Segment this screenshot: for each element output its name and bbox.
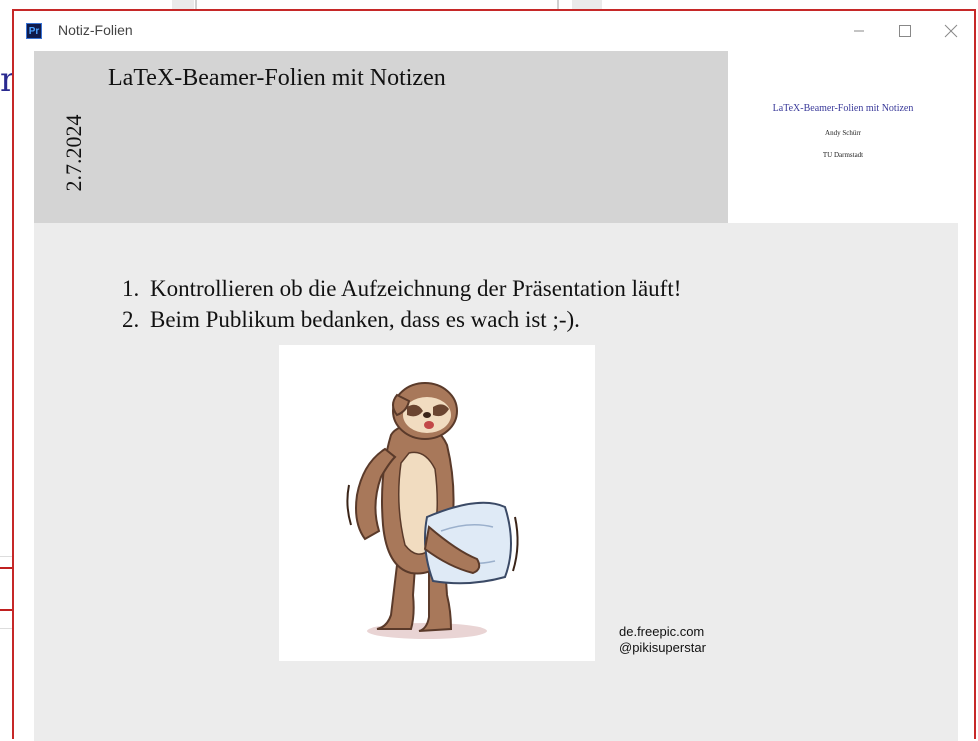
list-item: 1. Kontrollieren ob die Aufzeichnung der … — [122, 273, 681, 304]
slide-date: 2.7.2024 — [61, 114, 86, 192]
app-icon: Pr — [26, 23, 42, 39]
notes-slide: 2.7.2024 LaTeX-Beamer-Folien mit Notizen… — [34, 51, 958, 741]
notes-list: 1. Kontrollieren ob die Aufzeichnung der … — [122, 273, 681, 335]
image-credit: de.freepic.com @pikisuperstar — [619, 624, 706, 656]
thumbnail-author: Andy Schürr — [825, 129, 861, 137]
list-item: 2. Beim Publikum bedanken, dass es wach i… — [122, 304, 681, 335]
list-item-number: 2. — [122, 307, 140, 332]
thumbnail-title: LaTeX-Beamer-Folien mit Notizen — [772, 103, 914, 114]
maximize-button[interactable] — [882, 11, 928, 51]
title-bar[interactable]: Pr Notiz-Folien — [14, 11, 974, 51]
window-title: Notiz-Folien — [58, 22, 133, 38]
slide-title: LaTeX-Beamer-Folien mit Notizen — [108, 65, 446, 91]
slide-header: 2.7.2024 LaTeX-Beamer-Folien mit Notizen… — [34, 51, 958, 223]
sloth-icon — [346, 382, 519, 639]
background-divider — [0, 556, 12, 557]
list-item-number: 1. — [122, 276, 140, 301]
credit-line: de.freepic.com — [619, 624, 705, 639]
minimize-button[interactable] — [836, 11, 882, 51]
close-button[interactable] — [928, 11, 974, 51]
sloth-image — [279, 345, 595, 661]
thumbnail-institute: TU Darmstadt — [822, 151, 864, 159]
list-item-text: Kontrollieren ob die Aufzeichnung der Pr… — [150, 276, 682, 301]
credit-line: @pikisuperstar — [619, 640, 706, 655]
close-icon — [944, 24, 958, 38]
background-divider — [0, 628, 12, 629]
notes-window: Pr Notiz-Folien 2.7.2024 LaTeX-Beamer-Fo… — [12, 9, 976, 741]
minimize-icon — [854, 30, 864, 32]
maximize-icon — [899, 25, 911, 37]
list-item-text: Beim Publikum bedanken, dass es wach ist… — [150, 307, 580, 332]
slide-thumbnail: LaTeX-Beamer-Folien mit Notizen Andy Sch… — [728, 51, 958, 223]
